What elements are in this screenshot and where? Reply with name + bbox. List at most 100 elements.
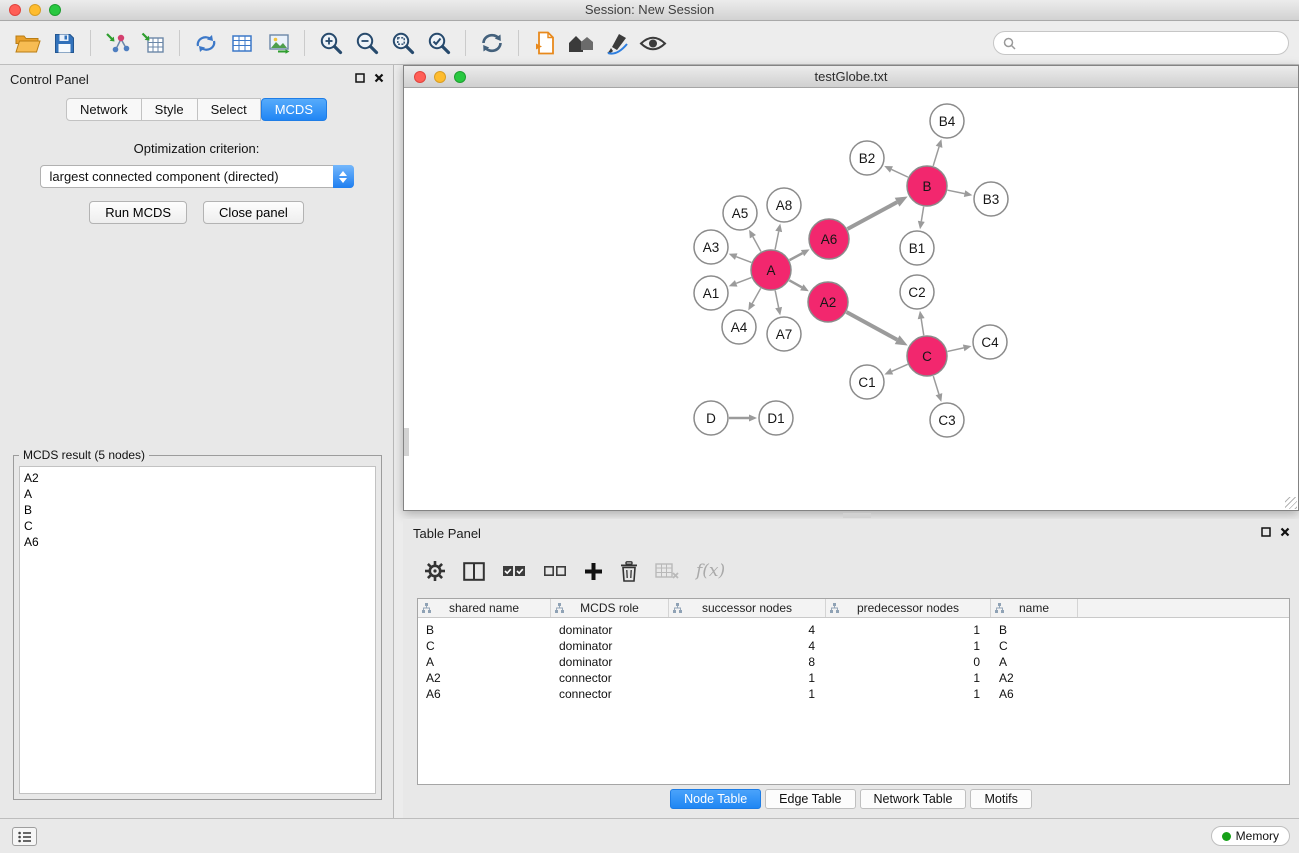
column-header-successor-nodes[interactable]: successor nodes bbox=[669, 599, 826, 617]
edge-A-A5[interactable] bbox=[753, 237, 761, 252]
cell-name[interactable]: A6 bbox=[991, 687, 1078, 701]
table-row[interactable]: Bdominator41B bbox=[418, 622, 1289, 638]
table-row[interactable]: Adominator80A bbox=[418, 654, 1289, 670]
edge-A-A2[interactable] bbox=[789, 280, 802, 287]
cell-successor-nodes[interactable]: 4 bbox=[669, 623, 826, 637]
cell-name[interactable]: A bbox=[991, 655, 1078, 669]
delete-table-button[interactable] bbox=[655, 562, 679, 580]
graph-node-A7[interactable]: A7 bbox=[767, 317, 801, 351]
graph-node-C3[interactable]: C3 bbox=[930, 403, 964, 437]
splitter-handle-vertical[interactable] bbox=[404, 428, 409, 456]
minimize-network-button[interactable] bbox=[434, 71, 446, 83]
graph-node-C1[interactable]: C1 bbox=[850, 365, 884, 399]
edge-A6-B[interactable] bbox=[847, 202, 897, 229]
edge-B-B2[interactable] bbox=[891, 169, 908, 177]
cell-successor-nodes[interactable]: 1 bbox=[669, 671, 826, 685]
document-button[interactable] bbox=[527, 26, 563, 60]
deselect-all-button[interactable] bbox=[543, 564, 567, 578]
sort-column-icon[interactable] bbox=[673, 603, 682, 613]
graph-node-C4[interactable]: C4 bbox=[973, 325, 1007, 359]
network-window-titlebar[interactable]: testGlobe.txt bbox=[404, 66, 1298, 88]
cell-shared-name[interactable]: B bbox=[418, 623, 551, 637]
cell-name[interactable]: C bbox=[991, 639, 1078, 653]
optimization-criterion-select[interactable]: largest connected component (directed) bbox=[40, 165, 354, 188]
split-view-button[interactable] bbox=[463, 562, 485, 581]
zoom-network-button[interactable] bbox=[454, 71, 466, 83]
clone-network-button[interactable] bbox=[188, 26, 224, 60]
graph-node-A[interactable]: A bbox=[751, 250, 791, 290]
tab-edge-table[interactable]: Edge Table bbox=[765, 789, 855, 809]
column-header-predecessor-nodes[interactable]: predecessor nodes bbox=[826, 599, 991, 617]
graph-node-D1[interactable]: D1 bbox=[759, 401, 793, 435]
network-canvas[interactable]: ABCA2A6A1A3A4A5A7A8B1B2B3B4C1C2C3C4DD1 bbox=[404, 89, 1298, 510]
tab-network[interactable]: Network bbox=[66, 98, 142, 121]
save-session-button[interactable] bbox=[46, 26, 82, 60]
zoom-selected-button[interactable] bbox=[421, 26, 457, 60]
column-header-shared-name[interactable]: shared name bbox=[418, 599, 551, 617]
mcds-result-item[interactable]: A6 bbox=[24, 534, 375, 550]
mcds-result-item[interactable]: B bbox=[24, 502, 375, 518]
cell-successor-nodes[interactable]: 1 bbox=[669, 687, 826, 701]
edge-B-B1[interactable] bbox=[921, 207, 923, 222]
cell-name[interactable]: A2 bbox=[991, 671, 1078, 685]
edge-B-B4[interactable] bbox=[933, 147, 939, 166]
cell-MCDS-role[interactable]: dominator bbox=[551, 639, 669, 653]
edge-A-A8[interactable] bbox=[775, 231, 779, 249]
cell-predecessor-nodes[interactable]: 1 bbox=[826, 671, 991, 685]
mcds-result-item[interactable]: C bbox=[24, 518, 375, 534]
table-settings-button[interactable] bbox=[424, 560, 446, 582]
tab-select[interactable]: Select bbox=[198, 98, 261, 121]
sort-column-icon[interactable] bbox=[830, 603, 839, 613]
task-history-button[interactable] bbox=[12, 827, 37, 846]
graph-node-A2[interactable]: A2 bbox=[808, 282, 848, 322]
graph-node-A5[interactable]: A5 bbox=[723, 196, 757, 230]
graph-node-A3[interactable]: A3 bbox=[694, 230, 728, 264]
sort-column-icon[interactable] bbox=[422, 603, 431, 613]
close-window-button[interactable] bbox=[9, 4, 21, 16]
zoom-fit-button[interactable] bbox=[385, 26, 421, 60]
tab-node-table[interactable]: Node Table bbox=[670, 789, 761, 809]
column-header-name[interactable]: name bbox=[991, 599, 1078, 617]
table-row[interactable]: A2connector11A2 bbox=[418, 670, 1289, 686]
close-network-button[interactable] bbox=[414, 71, 426, 83]
sort-column-icon[interactable] bbox=[995, 603, 1004, 613]
delete-button[interactable] bbox=[620, 561, 638, 582]
edge-C-C1[interactable] bbox=[892, 364, 908, 371]
close-panel-icon[interactable] bbox=[374, 73, 384, 83]
import-network-button[interactable] bbox=[99, 26, 135, 60]
close-panel-button[interactable]: Close panel bbox=[203, 201, 304, 224]
tab-network-table[interactable]: Network Table bbox=[860, 789, 967, 809]
search-input[interactable] bbox=[1021, 36, 1279, 51]
search-box[interactable] bbox=[993, 31, 1289, 55]
graph-node-C[interactable]: C bbox=[907, 336, 947, 376]
new-table-button[interactable] bbox=[224, 26, 260, 60]
float-panel-icon[interactable] bbox=[355, 73, 365, 83]
refresh-layout-button[interactable] bbox=[474, 26, 510, 60]
cell-name[interactable]: B bbox=[991, 623, 1078, 637]
export-image-button[interactable] bbox=[260, 26, 296, 60]
zoom-out-button[interactable] bbox=[349, 26, 385, 60]
paint-button[interactable] bbox=[599, 26, 635, 60]
graph-node-B4[interactable]: B4 bbox=[930, 104, 964, 138]
import-table-button[interactable] bbox=[135, 26, 171, 60]
sort-column-icon[interactable] bbox=[555, 603, 564, 613]
edge-C-C3[interactable] bbox=[933, 376, 939, 394]
mcds-result-item[interactable]: A2 bbox=[24, 470, 375, 486]
cell-shared-name[interactable]: A6 bbox=[418, 687, 551, 701]
graph-node-C2[interactable]: C2 bbox=[900, 275, 934, 309]
graph-node-B1[interactable]: B1 bbox=[900, 231, 934, 265]
minimize-window-button[interactable] bbox=[29, 4, 41, 16]
cell-shared-name[interactable]: A2 bbox=[418, 671, 551, 685]
table-row[interactable]: Cdominator41C bbox=[418, 638, 1289, 654]
edge-C-C2[interactable] bbox=[921, 319, 924, 336]
cell-shared-name[interactable]: A bbox=[418, 655, 551, 669]
cell-MCDS-role[interactable]: dominator bbox=[551, 623, 669, 637]
cell-predecessor-nodes[interactable]: 0 bbox=[826, 655, 991, 669]
tab-style[interactable]: Style bbox=[142, 98, 198, 121]
graph-node-A4[interactable]: A4 bbox=[722, 310, 756, 344]
tab-motifs[interactable]: Motifs bbox=[970, 789, 1031, 809]
cell-predecessor-nodes[interactable]: 1 bbox=[826, 623, 991, 637]
add-column-button[interactable] bbox=[584, 562, 603, 581]
run-mcds-button[interactable]: Run MCDS bbox=[89, 201, 187, 224]
column-header-MCDS-role[interactable]: MCDS role bbox=[551, 599, 669, 617]
